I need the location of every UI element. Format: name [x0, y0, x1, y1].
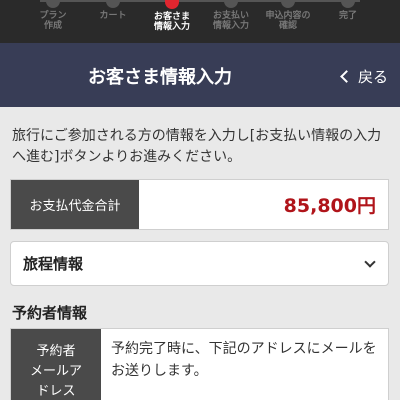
payment-total-label: お支払代金合計 [11, 180, 139, 229]
step-plan: プラン 作成 [21, 0, 85, 31]
step-label: お支払い 情報入力 [212, 11, 249, 31]
progress-steps: プラン 作成 カート お客さま 情報入力 お支払い 情報入力 申込内容の 確認 … [0, 0, 400, 43]
step-label: プラン 作成 [39, 11, 67, 31]
page-title: お客さま情報入力 [88, 67, 232, 88]
chevron-left-icon [340, 70, 353, 83]
step-label: お客さま 情報入力 [153, 12, 190, 32]
step-cart: カート [81, 0, 145, 21]
step-label: 完了 [338, 11, 357, 21]
intro-text: 旅行にご参加される方の情報を入力し[お支払い情報の入力へ進む]ボタンよりお進みく… [12, 128, 382, 165]
booker-email-note: 予約完了時に、下記のアドレスにメールをお送りします。 [111, 341, 377, 379]
step-confirm: 申込内容の 確認 [256, 0, 320, 31]
step-marker [106, 0, 120, 8]
back-label: 戻る [357, 68, 388, 86]
step-marker [46, 0, 60, 8]
step-payment-info: お支払い 情報入力 [199, 0, 263, 31]
chevron-down-icon [364, 255, 376, 268]
step-label: 申込内容の 確認 [265, 11, 311, 31]
itinerary-label: 旅程情報 [23, 255, 84, 273]
step-marker [341, 0, 355, 8]
booker-email-label: 予約者 メールア ドレス [11, 329, 101, 400]
itinerary-accordion[interactable]: 旅程情報 [10, 241, 389, 286]
step-customer-info: お客さま 情報入力 [140, 0, 204, 32]
step-label: カート [99, 11, 127, 21]
booker-email-row: 予約者 メールア ドレス 予約完了時に、下記のアドレスにメールをお送りします。 [10, 328, 389, 400]
payment-total-amount: 85,800円 [283, 195, 376, 217]
payment-total: お支払代金合計 85,800円 [10, 179, 389, 230]
step-marker [281, 0, 295, 8]
step-complete: 完了 [316, 0, 380, 21]
title-bar: お客さま情報入力 戻る [0, 43, 400, 107]
step-marker-active [165, 0, 179, 9]
back-button[interactable]: 戻る [340, 66, 388, 87]
step-marker [224, 0, 238, 8]
booker-section-heading: 予約者情報 [12, 304, 88, 322]
